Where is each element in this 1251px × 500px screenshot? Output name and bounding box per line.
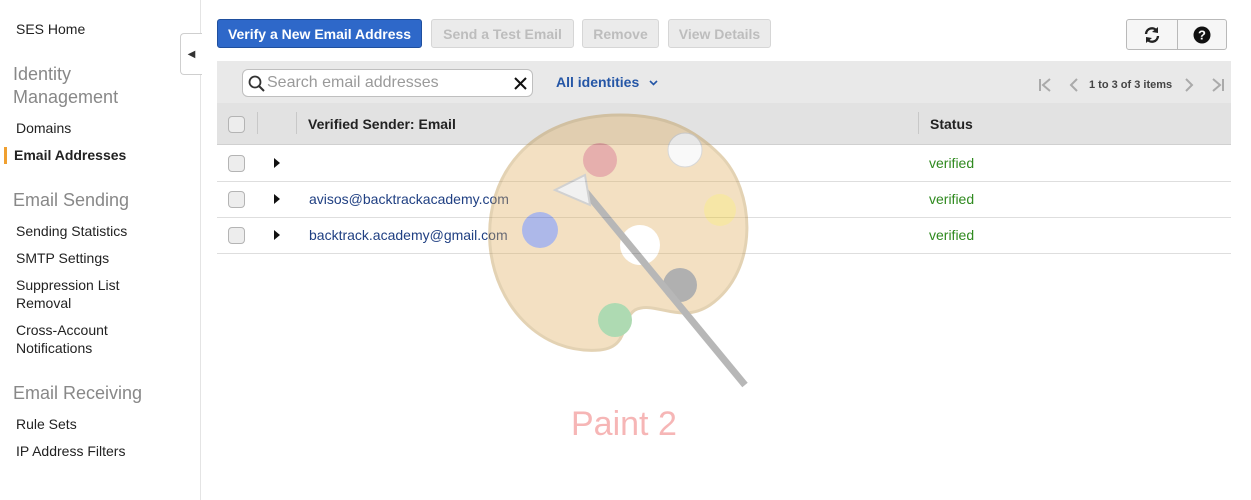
select-all-checkbox[interactable] [228,116,245,133]
identities-filter-label: All identities [556,74,640,90]
clear-search-icon[interactable] [514,77,527,90]
search-box [242,69,533,97]
expand-row-icon[interactable] [274,158,280,168]
first-page-icon[interactable] [1038,78,1054,92]
sidebar-item-rule-sets[interactable]: Rule Sets [16,415,77,433]
status-cell: verified [929,191,975,207]
svg-text:?: ? [1198,27,1206,42]
refresh-button[interactable] [1126,19,1178,50]
remove-button[interactable]: Remove [582,19,659,48]
table-row[interactable] [217,146,1231,182]
section-email-sending: Email Sending [13,190,130,210]
expand-row-icon[interactable] [274,230,280,240]
active-indicator [4,147,7,164]
sidebar-item-email-addresses[interactable]: Email Addresses [14,146,126,164]
collapse-sidebar-button[interactable]: ◀ [180,33,202,75]
sidebar-item-sending-statistics[interactable]: Sending Statistics [16,222,127,240]
view-details-button[interactable]: View Details [668,19,771,48]
last-page-icon[interactable] [1209,78,1225,92]
section-identity-management: Identity Management [13,64,119,107]
verify-email-button[interactable]: Verify a New Email Address [217,19,422,48]
search-input[interactable] [267,73,503,93]
sidebar-item-ip-address-filters[interactable]: IP Address Filters [16,442,125,460]
column-divider [918,112,919,134]
search-icon [248,75,265,92]
row-checkbox[interactable] [228,155,245,172]
column-header-email[interactable]: Verified Sender: Email [308,116,456,132]
watermark-label: Paint 2 [571,405,677,443]
pager-text: 1 to 3 of 3 items [1089,79,1173,91]
sidebar: SES Home Identity Management Domains Ema… [0,0,201,500]
section-email-receiving: Email Receiving [13,383,143,403]
next-page-icon[interactable] [1183,78,1195,92]
column-divider [257,112,258,134]
row-checkbox[interactable] [228,191,245,208]
chevron-down-icon [649,80,658,86]
column-header-status[interactable]: Status [930,116,973,132]
help-icon: ? [1193,26,1211,43]
status-cell: verified [929,155,975,171]
help-button[interactable]: ? [1177,19,1227,50]
status-cell: verified [929,227,975,243]
column-divider [296,112,297,134]
sidebar-item-suppression-list-removal[interactable]: Suppression List Removal [16,276,146,312]
send-test-email-button[interactable]: Send a Test Email [431,19,574,48]
email-cell[interactable]: avisos@backtrackacademy.com [309,191,509,207]
refresh-icon [1144,26,1160,43]
email-cell[interactable]: backtrack.academy@gmail.com [309,227,508,243]
expand-row-icon[interactable] [274,194,280,204]
ses-home-link[interactable]: SES Home [16,21,85,37]
sidebar-item-domains[interactable]: Domains [16,119,71,137]
identities-filter-dropdown[interactable]: All identities [556,74,658,90]
sidebar-item-smtp-settings[interactable]: SMTP Settings [16,249,109,267]
sidebar-item-cross-account-notifications[interactable]: Cross-Account Notifications [16,321,136,357]
chevron-left-icon: ◀ [187,48,196,60]
previous-page-icon[interactable] [1068,78,1080,92]
row-checkbox[interactable] [228,227,245,244]
